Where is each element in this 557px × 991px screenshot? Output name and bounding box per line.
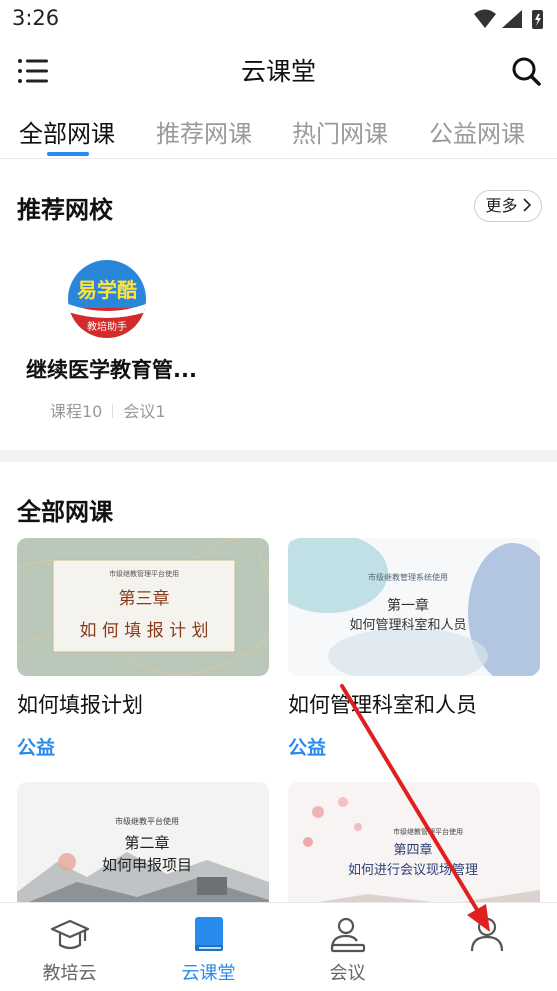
thumb-chapter: 第一章 bbox=[387, 597, 429, 614]
thumb-subtitle: 如何进行会议现场管理 bbox=[348, 862, 478, 878]
stat-divider bbox=[112, 404, 114, 418]
thumb-chapter: 第四章 bbox=[393, 842, 432, 858]
section-divider bbox=[0, 450, 557, 462]
nav-item-cloud-classroom[interactable]: 云课堂 bbox=[139, 903, 278, 991]
thumb-caption: 市级继教管理平台使用 bbox=[393, 827, 463, 836]
school-logo-text: 易学酷 bbox=[77, 278, 137, 302]
nav-item-profile[interactable] bbox=[417, 903, 556, 991]
course-tabs: 全部网课 推荐网课 热门网课 公益网课 bbox=[0, 102, 557, 159]
nav-item-meeting[interactable]: 会议 bbox=[278, 903, 417, 991]
status-time: 3:26 bbox=[12, 6, 60, 30]
book-icon bbox=[195, 917, 223, 951]
thumb-caption: 市级继教平台使用 bbox=[115, 816, 179, 826]
course-card-thumbnail[interactable]: 市级继教平台使用 第二章 如何申报项目 bbox=[17, 782, 269, 920]
search-icon[interactable] bbox=[509, 54, 543, 88]
thumb-subtitle: 如何申报项目 bbox=[102, 856, 192, 874]
school-logo[interactable]: 易学酷 教培助手 bbox=[68, 260, 146, 338]
school-logo-subtext: 教培助手 bbox=[87, 320, 127, 333]
bottom-navigation: 教培云 云课堂 会议 bbox=[0, 902, 557, 991]
chevron-right-icon bbox=[522, 198, 531, 212]
tab-recommended-courses[interactable]: 推荐网课 bbox=[156, 114, 252, 149]
more-button-label: 更多 bbox=[485, 196, 518, 215]
tab-popular-courses[interactable]: 热门网课 bbox=[292, 114, 388, 149]
course-card-title[interactable]: 如何填报计划 bbox=[17, 689, 143, 719]
nav-item-jiaopeiyun[interactable]: 教培云 bbox=[0, 903, 139, 991]
active-tab-indicator bbox=[47, 152, 89, 156]
graduation-cap-icon bbox=[50, 919, 90, 950]
thumb-subtitle: 如何管理科室和人员 bbox=[349, 617, 466, 633]
page-title: 云课堂 bbox=[240, 57, 316, 86]
nav-label: 云课堂 bbox=[181, 963, 236, 984]
thumb-chapter: 第三章 bbox=[119, 589, 170, 609]
school-course-count: 课程10 bbox=[50, 402, 103, 421]
nav-label: 教培云 bbox=[42, 963, 97, 984]
course-card-title[interactable]: 如何管理科室和人员 bbox=[288, 689, 477, 719]
nav-label: 会议 bbox=[329, 963, 366, 984]
section-title-recommended: 推荐网校 bbox=[17, 196, 113, 224]
course-card-tag: 公益 bbox=[17, 737, 56, 759]
wifi-icon bbox=[474, 9, 496, 28]
section-title-all-courses: 全部网课 bbox=[17, 498, 113, 526]
thumb-caption: 市级继教管理平台使用 bbox=[109, 569, 179, 578]
profile-icon bbox=[470, 917, 504, 952]
thumb-caption: 市级继教管理系统使用 bbox=[368, 572, 448, 582]
meeting-icon bbox=[330, 917, 366, 953]
tab-all-courses[interactable]: 全部网课 bbox=[19, 114, 115, 149]
thumb-chapter: 第二章 bbox=[124, 834, 169, 852]
school-meeting-count: 会议1 bbox=[123, 402, 166, 421]
more-button[interactable]: 更多 bbox=[474, 190, 542, 222]
course-card-tag: 公益 bbox=[288, 737, 327, 759]
signal-icon bbox=[502, 10, 522, 28]
school-stats: 课程10 会议1 bbox=[50, 398, 166, 422]
tab-charity-courses[interactable]: 公益网课 bbox=[429, 114, 525, 149]
course-card-thumbnail[interactable]: 市级继教管理平台使用 第四章 如何进行会议现场管理 bbox=[288, 782, 540, 920]
course-card-thumbnail[interactable]: 市级继教管理系统使用 第一章 如何管理科室和人员 bbox=[288, 538, 540, 676]
course-card-thumbnail[interactable]: 市级继教管理平台使用 第三章 如 何 填 报 计 划 bbox=[17, 538, 269, 676]
school-name[interactable]: 继续医学教育管... bbox=[26, 354, 197, 384]
thumb-subtitle: 如 何 填 报 计 划 bbox=[79, 621, 208, 641]
status-icons bbox=[474, 9, 543, 29]
app-bar: 云课堂 bbox=[0, 40, 557, 102]
status-bar: 3:26 bbox=[0, 0, 557, 40]
